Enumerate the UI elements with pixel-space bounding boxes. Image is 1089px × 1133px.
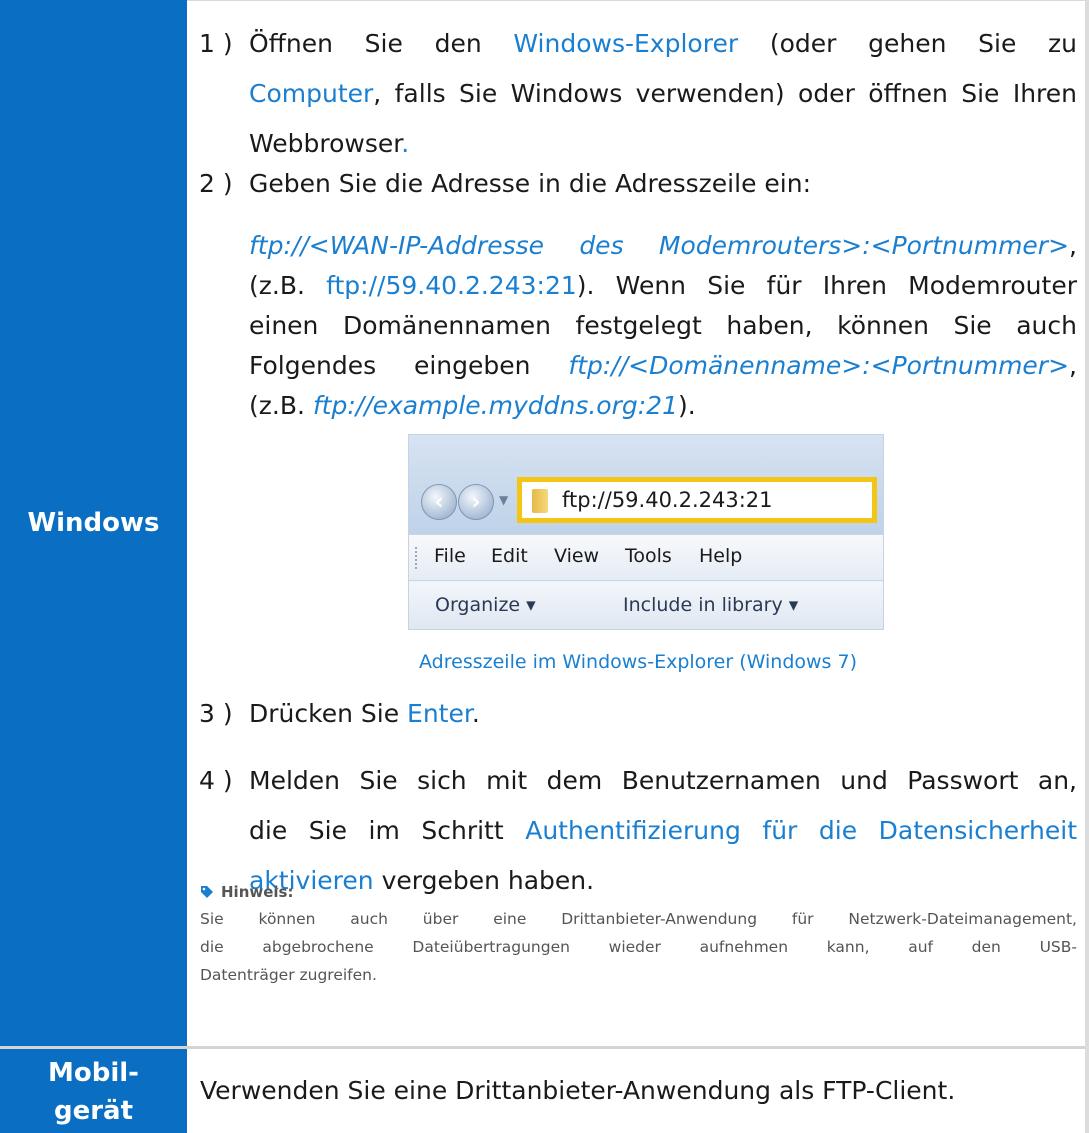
step-4-line2: die Sie im Schritt Authentifizierung für… bbox=[249, 806, 1077, 856]
step-number: 4 ) bbox=[199, 766, 233, 795]
address-text: , bbox=[1069, 351, 1077, 380]
ftp-domain-link[interactable]: ftp://<Domänenname>:<Portnummer> bbox=[568, 351, 1069, 380]
mobile-text: Verwenden Sie eine Drittanbieter-Anwendu… bbox=[200, 1076, 956, 1105]
address-text: ). bbox=[678, 391, 696, 420]
step-1: 1 ) Öffnen Sie den Windows-Explorer (ode… bbox=[199, 19, 1077, 69]
row-label-windows: Windows bbox=[0, 0, 187, 1046]
back-arrow-icon: ‹ bbox=[421, 484, 457, 520]
step-text: (oder gehen Sie zu bbox=[738, 29, 1077, 58]
explorer-menubar: File Edit View Tools Help bbox=[409, 534, 883, 581]
grip-icon bbox=[415, 547, 418, 569]
menu-view: View bbox=[554, 545, 600, 567]
address-text: ). Wenn Sie für Ihren Modemrouter bbox=[576, 271, 1077, 300]
menu-edit: Edit bbox=[491, 545, 528, 567]
toolbar-include-library: Include in library ▾ bbox=[623, 594, 799, 616]
step-text: Drücken Sie bbox=[249, 699, 408, 728]
windows-explorer-link[interactable]: Windows-Explorer bbox=[513, 29, 738, 58]
ftp-ip-example-link[interactable]: ftp://59.40.2.243:21 bbox=[326, 271, 577, 300]
row-label-line: Mobil- bbox=[48, 1058, 139, 1088]
mobile-instructions: Verwenden Sie eine Drittanbieter-Anwendu… bbox=[187, 1049, 1089, 1133]
os-access-table: Windows 1 ) Öffnen Sie den Windows-Explo… bbox=[0, 0, 1089, 1133]
step-text: Geben Sie die Adresse in die Adresszeile… bbox=[249, 169, 811, 198]
row-label-windows-text: Windows bbox=[27, 508, 160, 538]
step-1-line2: Computer, falls Sie Windows verwenden) o… bbox=[249, 69, 1077, 119]
step-text: . bbox=[401, 129, 410, 158]
step-number: 3 ) bbox=[199, 699, 233, 728]
address-text: , bbox=[1069, 231, 1077, 260]
menu-help: Help bbox=[699, 545, 743, 567]
step-text: Öffnen Sie den bbox=[249, 29, 514, 58]
row-label-mobile: Mobil- gerät bbox=[0, 1049, 187, 1133]
address-line-3: einen Domänennamen festgelegt haben, kön… bbox=[249, 311, 1077, 340]
address-line-4: Folgendes eingeben ftp://<Domänenname>:<… bbox=[249, 346, 1077, 386]
step-3: 3 ) Drücken Sie Enter. bbox=[199, 689, 1077, 739]
note-line: Sie können auch über eine Drittanbieter-… bbox=[200, 910, 1077, 928]
enter-link[interactable]: Enter bbox=[407, 699, 472, 728]
explorer-address-bar: ftp://59.40.2.243:21 bbox=[517, 477, 877, 523]
note-heading-text: Hinweis: bbox=[221, 883, 294, 901]
address-text: (z.B. bbox=[249, 271, 327, 300]
explorer-toolbar: Organize ▾ Include in library ▾ bbox=[409, 582, 883, 629]
address-instructions: ftp://<WAN-IP-Addresse des Modemrouters>… bbox=[249, 226, 1077, 426]
step-text: Melden Sie sich mit dem Benutzernamen un… bbox=[249, 766, 1077, 795]
step-4: 4 ) Melden Sie sich mit dem Benutzername… bbox=[199, 756, 1077, 806]
step-4-line3: aktivieren vergeben haben. bbox=[249, 856, 1077, 906]
ftp-domain-example-link[interactable]: ftp://example.myddns.org:21 bbox=[313, 391, 678, 420]
explorer-screenshot: ‹ › ▼ ftp://59.40.2.243:21 File Edit Vie… bbox=[408, 434, 884, 630]
note-heading: Hinweis: bbox=[200, 883, 293, 901]
step-number: 1 ) bbox=[199, 29, 233, 58]
menu-tools: Tools bbox=[625, 545, 672, 567]
menu-file: File bbox=[434, 545, 466, 567]
forward-arrow-icon: › bbox=[458, 484, 494, 520]
address-line-2: (z.B. ftp://59.40.2.243:21). Wenn Sie fü… bbox=[249, 266, 1077, 306]
note-line: Datenträger zugreifen. bbox=[200, 966, 377, 984]
screenshot-caption: Adresszeile im Windows-Explorer (Windows… bbox=[419, 651, 857, 673]
webbrowser-text: Webbrowser bbox=[249, 129, 402, 158]
step-text: . bbox=[471, 699, 480, 728]
explorer-address-text: ftp://59.40.2.243:21 bbox=[562, 488, 773, 512]
folder-icon bbox=[532, 489, 548, 513]
note-line: die abgebrochene Dateiübertragungen wied… bbox=[200, 938, 1077, 956]
step-2: 2 ) Geben Sie die Adresse in die Adressz… bbox=[199, 159, 1077, 209]
table-edge bbox=[1085, 0, 1089, 1133]
step-text: vergeben haben. bbox=[373, 866, 595, 895]
step-text: die Sie im Schritt bbox=[249, 816, 526, 845]
explorer-nav-area: ‹ › ▼ ftp://59.40.2.243:21 bbox=[409, 435, 883, 534]
step-text: , falls Sie Windows verwenden) oder öffn… bbox=[373, 79, 1077, 108]
address-text: Folgendes eingeben bbox=[249, 351, 569, 380]
chevron-down-icon: ▼ bbox=[499, 493, 509, 507]
address-text: (z.B. bbox=[249, 391, 313, 420]
note-body: Sie können auch über eine Drittanbieter-… bbox=[200, 905, 1077, 989]
address-line-1: ftp://<WAN-IP-Addresse des Modemrouters>… bbox=[249, 226, 1077, 266]
computer-link[interactable]: Computer bbox=[249, 79, 373, 108]
authentication-link[interactable]: Authentifizierung für die Datensicherhei… bbox=[525, 816, 1077, 845]
toolbar-organize: Organize ▾ bbox=[435, 594, 536, 616]
row-label-line: gerät bbox=[53, 1096, 134, 1126]
windows-instructions: 1 ) Öffnen Sie den Windows-Explorer (ode… bbox=[187, 0, 1089, 1046]
tag-icon bbox=[200, 885, 214, 899]
ftp-wan-address-link[interactable]: ftp://<WAN-IP-Addresse des Modemrouters>… bbox=[249, 231, 1069, 260]
step-number: 2 ) bbox=[199, 169, 233, 198]
address-line-5: (z.B. ftp://example.myddns.org:21). bbox=[249, 386, 1077, 426]
row-label-mobile-text: Mobil- gerät bbox=[48, 1054, 139, 1130]
